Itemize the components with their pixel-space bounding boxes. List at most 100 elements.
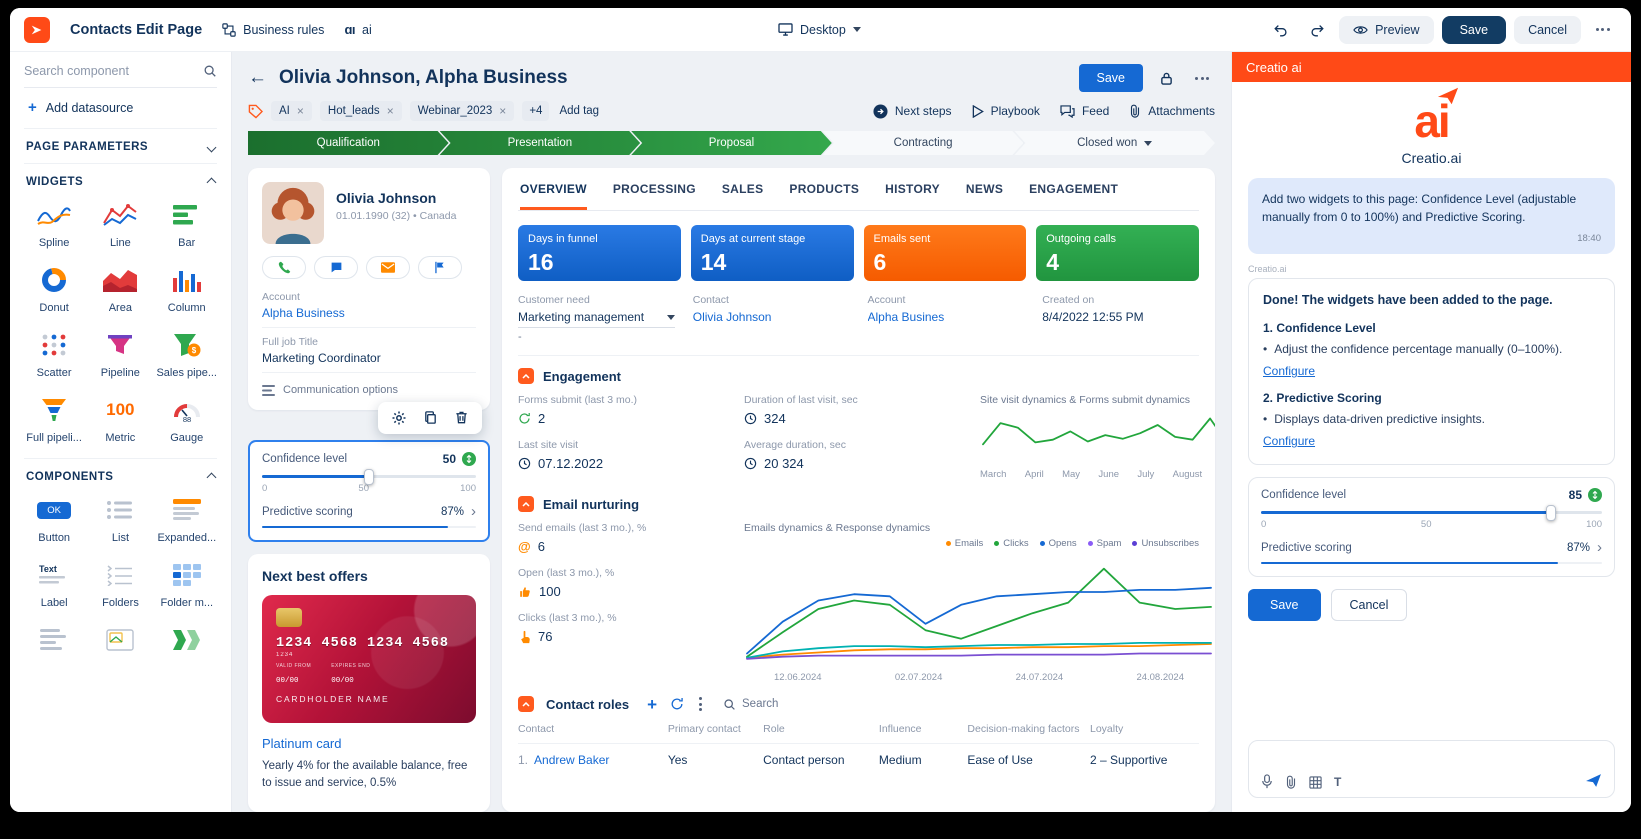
component-tile-expanded[interactable]: Expanded... [157,495,217,544]
attach-file-icon[interactable] [1285,775,1297,789]
stage-qualification[interactable]: Qualification [248,131,449,155]
add-tag-button[interactable]: Add tag [559,105,599,117]
platinum-card-link[interactable]: Platinum card [262,736,476,751]
account-link[interactable]: Alpha Business [262,306,476,320]
customer-need-field[interactable]: Customer need Marketing management - [518,294,675,343]
component-tile[interactable] [90,625,150,655]
collapse-icon[interactable] [518,696,534,712]
refresh-button[interactable] [670,697,684,711]
creatio-logo-icon[interactable] [24,17,50,43]
search-input[interactable] [24,64,184,78]
record-more-button[interactable] [1189,65,1215,91]
stage-closed-won[interactable]: Closed won [1014,131,1215,155]
save-button[interactable]: Save [1442,16,1507,44]
flag-button[interactable] [418,256,462,279]
component-tile[interactable] [24,625,84,655]
tab-sales[interactable]: SALES [722,182,764,210]
widget-tile-pipeline[interactable]: Pipeline [90,330,150,379]
feed-button[interactable]: Feed [1060,104,1109,118]
business-rules-button[interactable]: Business rules [222,23,324,37]
widget-tile-line[interactable]: Line [90,200,150,249]
contact-link[interactable]: Andrew Baker [534,753,609,767]
next-steps-button[interactable]: Next steps [873,104,952,119]
communication-options-button[interactable]: Communication options [262,373,476,400]
insert-table-icon[interactable] [1309,776,1322,789]
tab-history[interactable]: HISTORY [885,182,940,210]
collapse-icon[interactable] [518,368,534,384]
cancel-button[interactable]: Cancel [1514,16,1581,44]
ai-button[interactable]: ɑı ai [344,22,371,37]
email-button[interactable] [366,256,410,279]
roles-search-button[interactable]: Search [723,698,778,711]
tab-products[interactable]: PRODUCTS [789,182,859,210]
undo-button[interactable] [1267,16,1295,44]
redo-button[interactable] [1303,16,1331,44]
add-datasource-button[interactable]: + Add datasource [24,88,217,128]
confidence-widget-selected[interactable]: Confidence level 50 050100 Predictive sc… [248,440,490,542]
search-icon[interactable] [203,64,217,78]
tag-chip[interactable]: Webinar_2023× [410,101,515,121]
call-button[interactable] [262,256,306,279]
copy-button[interactable] [423,410,438,426]
send-button[interactable] [1585,772,1602,789]
more-tags-chip[interactable]: +4 [522,101,549,121]
tab-processing[interactable]: PROCESSING [613,182,696,210]
attachments-button[interactable]: Attachments [1129,104,1215,118]
widget-tile-area[interactable]: Area [90,265,150,314]
tag-chip[interactable]: Hot_leads× [320,101,402,121]
tab-news[interactable]: NEWS [966,182,1003,210]
stage-proposal[interactable]: Proposal [631,131,832,155]
voice-input-icon[interactable] [1261,774,1273,789]
tag-chip[interactable]: AI× [271,101,312,121]
slider-thumb[interactable] [1546,505,1556,521]
component-tile[interactable] [157,625,217,655]
text-format-icon[interactable]: T [1334,775,1341,789]
tab-overview[interactable]: OVERVIEW [520,182,587,210]
remove-tag-icon[interactable]: × [499,105,506,117]
component-tile-button[interactable]: OK Button [24,495,84,544]
back-button[interactable]: ← [248,67,267,89]
stage-presentation[interactable]: Presentation [440,131,641,155]
section-components[interactable]: COMPONENTS [24,458,217,493]
section-page-parameters[interactable]: PAGE PARAMETERS [24,128,217,163]
account-link[interactable]: Alpha Busines [868,310,945,324]
table-row[interactable]: 1.Andrew Baker Yes Contact person Medium… [518,744,1199,777]
widget-tile-full-pipeline[interactable]: Full pipeli... [24,395,84,444]
remove-tag-icon[interactable]: × [297,105,304,117]
playbook-button[interactable]: Playbook [972,104,1040,118]
ai-cancel-button[interactable]: Cancel [1331,589,1408,621]
delete-button[interactable] [454,410,469,426]
confidence-slider[interactable]: 050100 [1261,511,1602,530]
stage-contracting[interactable]: Contracting [823,131,1024,155]
component-tile-list[interactable]: List [90,495,150,544]
configure-link[interactable]: Configure [1263,362,1315,380]
component-tile-label[interactable]: Text Label [24,560,84,609]
tab-engagement[interactable]: ENGAGEMENT [1029,182,1118,210]
chevron-right-icon[interactable]: › [471,504,476,519]
slider-thumb[interactable] [364,469,374,485]
preview-button[interactable]: Preview [1339,16,1433,44]
remove-tag-icon[interactable]: × [387,105,394,117]
ai-save-button[interactable]: Save [1248,589,1321,621]
lock-icon[interactable] [1153,65,1179,91]
widget-tile-sales-pipeline[interactable]: $ Sales pipe... [156,330,217,379]
record-save-button[interactable]: Save [1079,64,1144,92]
chevron-right-icon[interactable]: › [1597,540,1602,555]
widget-tile-gauge[interactable]: 88 Gauge [156,395,217,444]
chat-button[interactable] [314,256,358,279]
configure-link[interactable]: Configure [1263,432,1315,450]
component-tile-folder-manager[interactable]: Folder m... [157,560,217,609]
settings-button[interactable] [391,410,407,426]
widget-tile-bar[interactable]: Bar [156,200,217,249]
add-role-button[interactable]: + [647,696,657,713]
widget-tile-donut[interactable]: Donut [24,265,84,314]
contact-link[interactable]: Olivia Johnson [693,310,772,324]
collapse-icon[interactable] [518,496,534,512]
device-selector[interactable]: Desktop [778,23,861,37]
widget-tile-spline[interactable]: Spline [24,200,84,249]
section-widgets[interactable]: WIDGETS [24,163,217,198]
widget-tile-metric[interactable]: 100 Metric [90,395,150,444]
roles-more-button[interactable] [697,695,704,713]
confidence-slider[interactable]: 050100 [262,475,476,494]
chevron-down-icon[interactable] [667,315,675,320]
